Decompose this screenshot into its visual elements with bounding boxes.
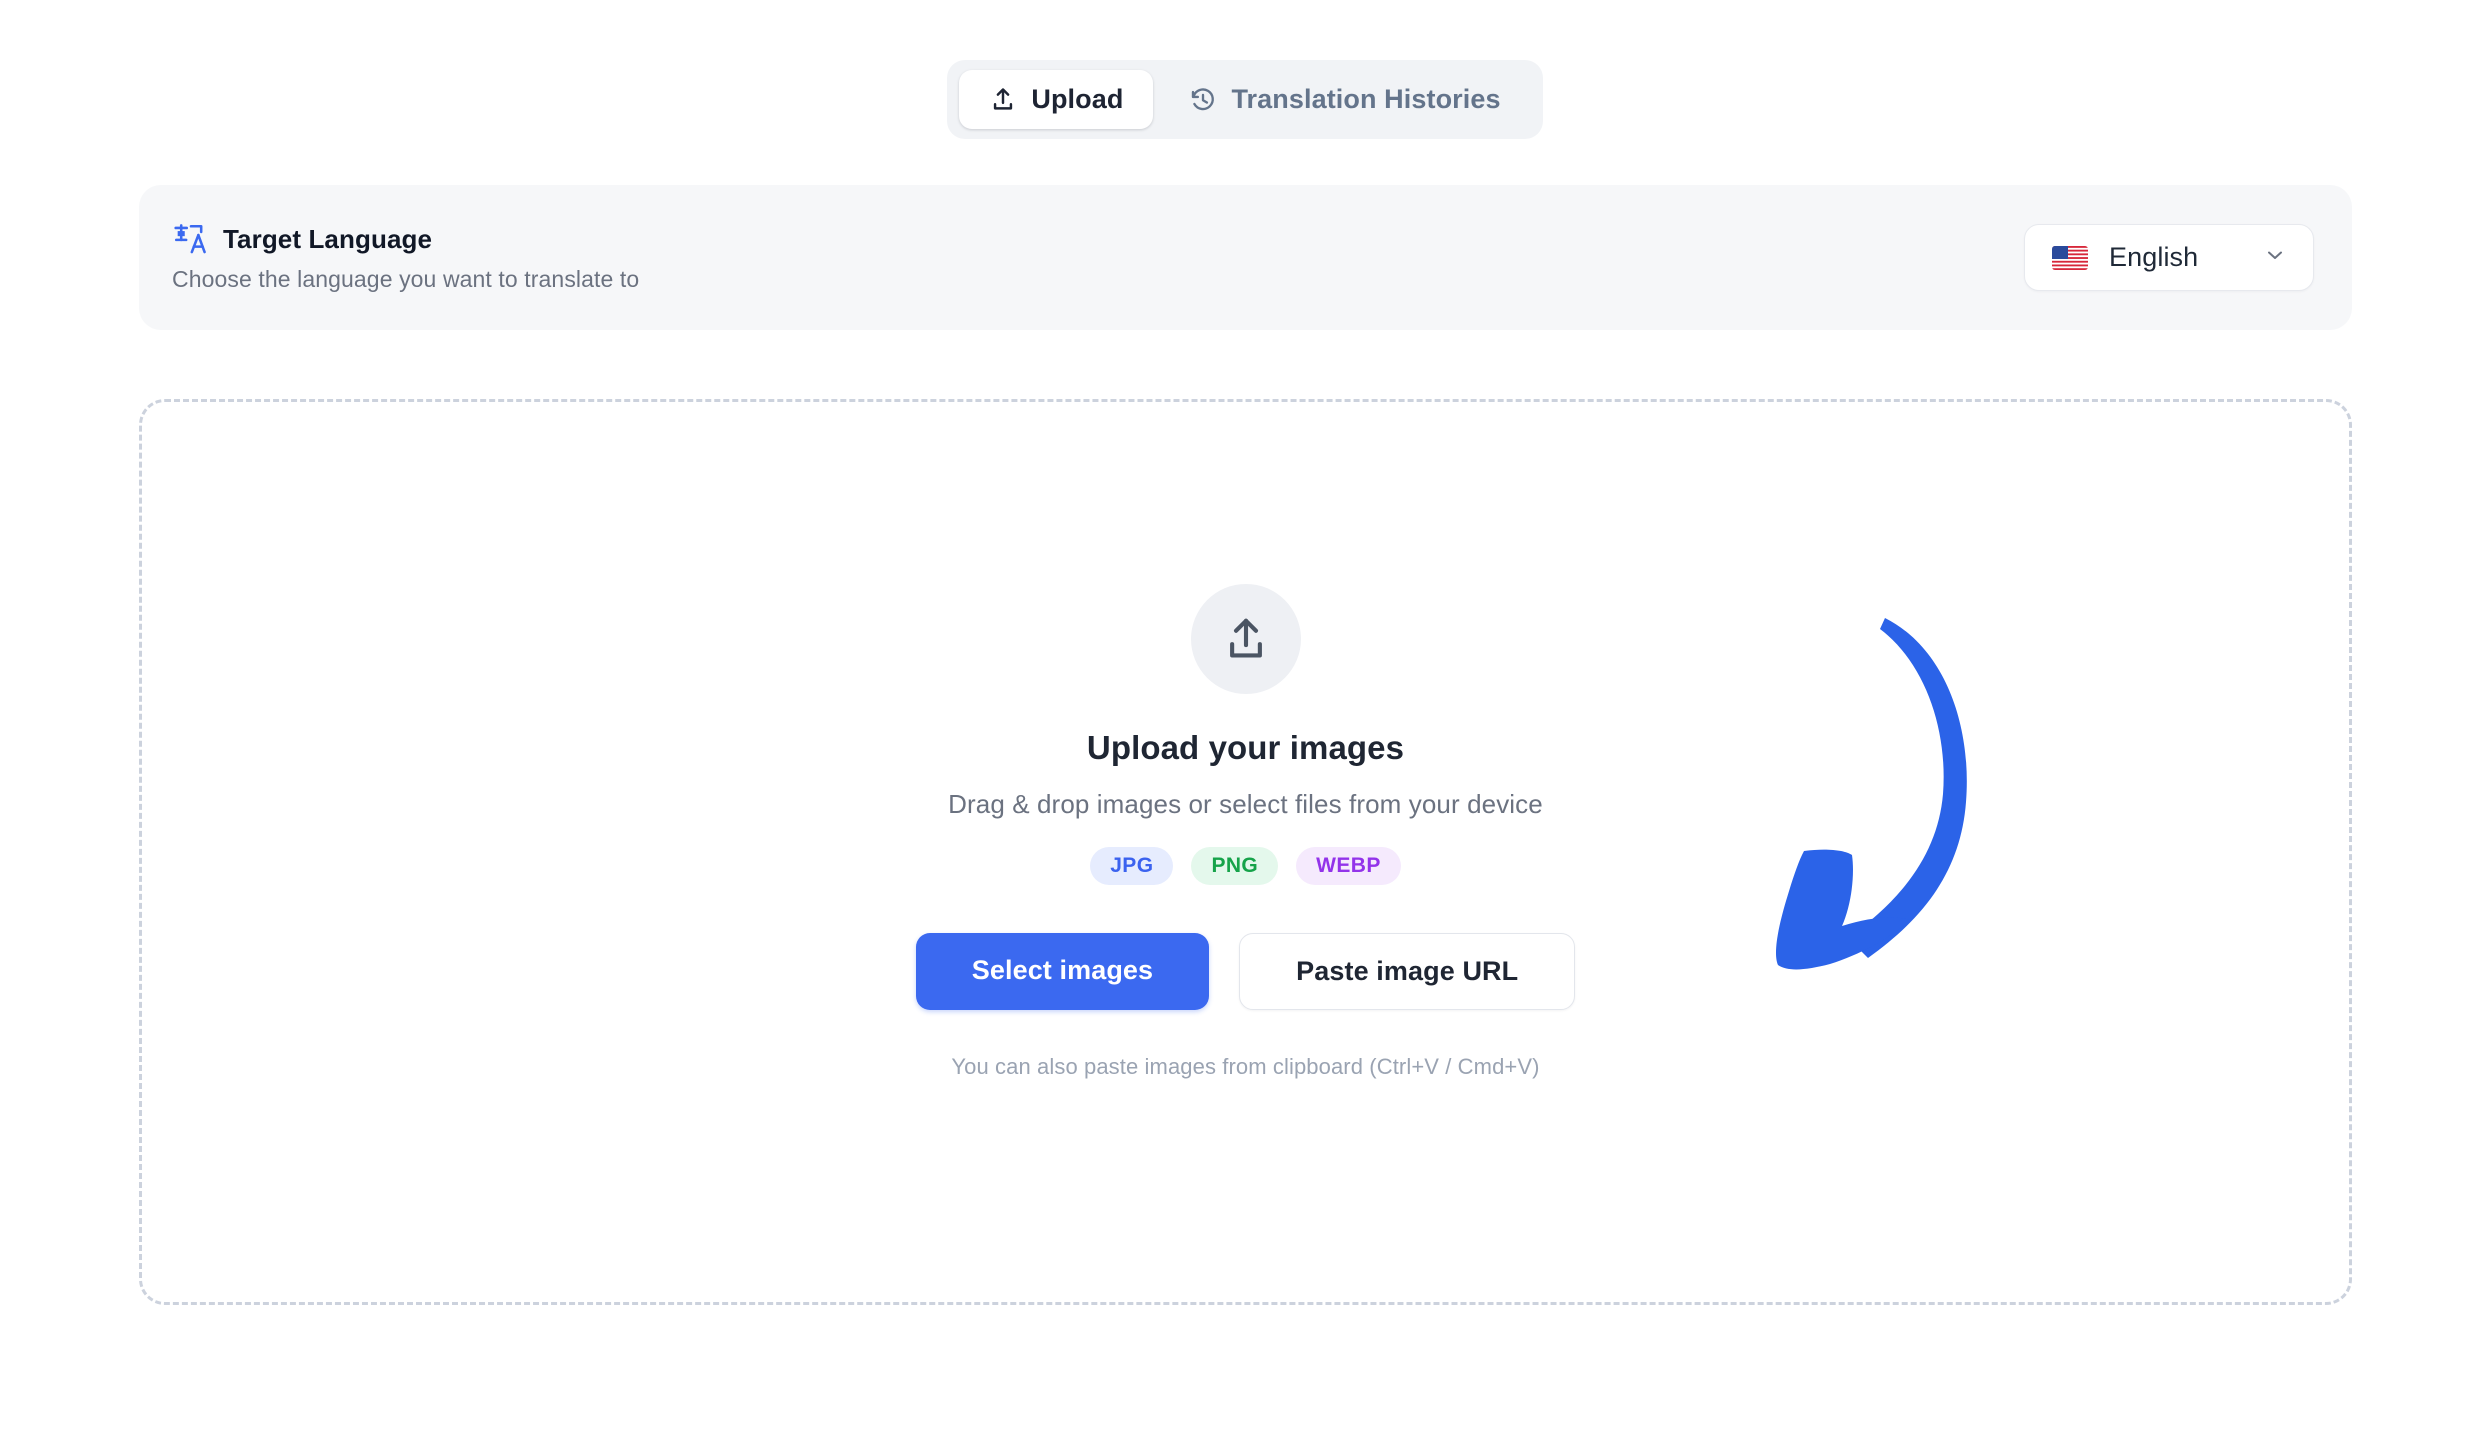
upload-icon bbox=[989, 86, 1017, 114]
dropzone-content: Upload your images Drag & drop images or… bbox=[142, 402, 2349, 1302]
tabbar: Upload Translation Histories bbox=[947, 60, 1543, 139]
dropzone-actions: Select images Paste image URL bbox=[915, 933, 1576, 1010]
target-language-info: Target Language Choose the language you … bbox=[172, 222, 639, 293]
tab-upload[interactable]: Upload bbox=[959, 70, 1154, 129]
tab-upload-label: Upload bbox=[1031, 84, 1124, 114]
translate-icon bbox=[172, 222, 206, 256]
target-language-subtitle: Choose the language you want to translat… bbox=[172, 266, 640, 292]
tabbar-container: Upload Translation Histories bbox=[0, 0, 2490, 139]
tab-translation-histories-label: Translation Histories bbox=[1231, 84, 1501, 114]
chevron-down-icon bbox=[2263, 243, 2287, 272]
us-flag-icon bbox=[2052, 245, 2088, 270]
supported-formats: JPG PNG WEBP bbox=[1090, 847, 1401, 885]
format-badge-webp: WEBP bbox=[1296, 847, 1401, 885]
dropzone-clipboard-hint: You can also paste images from clipboard… bbox=[951, 1054, 1540, 1079]
upload-cloud-icon bbox=[1190, 584, 1301, 694]
select-images-button[interactable]: Select images bbox=[915, 933, 1210, 1010]
dropzone-subtitle: Drag & drop images or select files from … bbox=[948, 789, 1543, 819]
dropzone-title: Upload your images bbox=[1086, 729, 1405, 766]
format-badge-jpg: JPG bbox=[1090, 847, 1174, 885]
tab-translation-histories[interactable]: Translation Histories bbox=[1159, 70, 1530, 129]
target-language-heading: Target Language bbox=[172, 222, 639, 256]
language-select[interactable]: English bbox=[2024, 224, 2314, 291]
language-select-value: English bbox=[2109, 242, 2199, 272]
target-language-title: Target Language bbox=[223, 223, 433, 254]
target-language-card: Target Language Choose the language you … bbox=[139, 185, 2352, 330]
upload-dropzone[interactable]: Upload your images Drag & drop images or… bbox=[139, 399, 2352, 1305]
format-badge-png: PNG bbox=[1191, 847, 1279, 885]
paste-image-url-button[interactable]: Paste image URL bbox=[1239, 933, 1576, 1010]
history-icon bbox=[1189, 86, 1217, 114]
